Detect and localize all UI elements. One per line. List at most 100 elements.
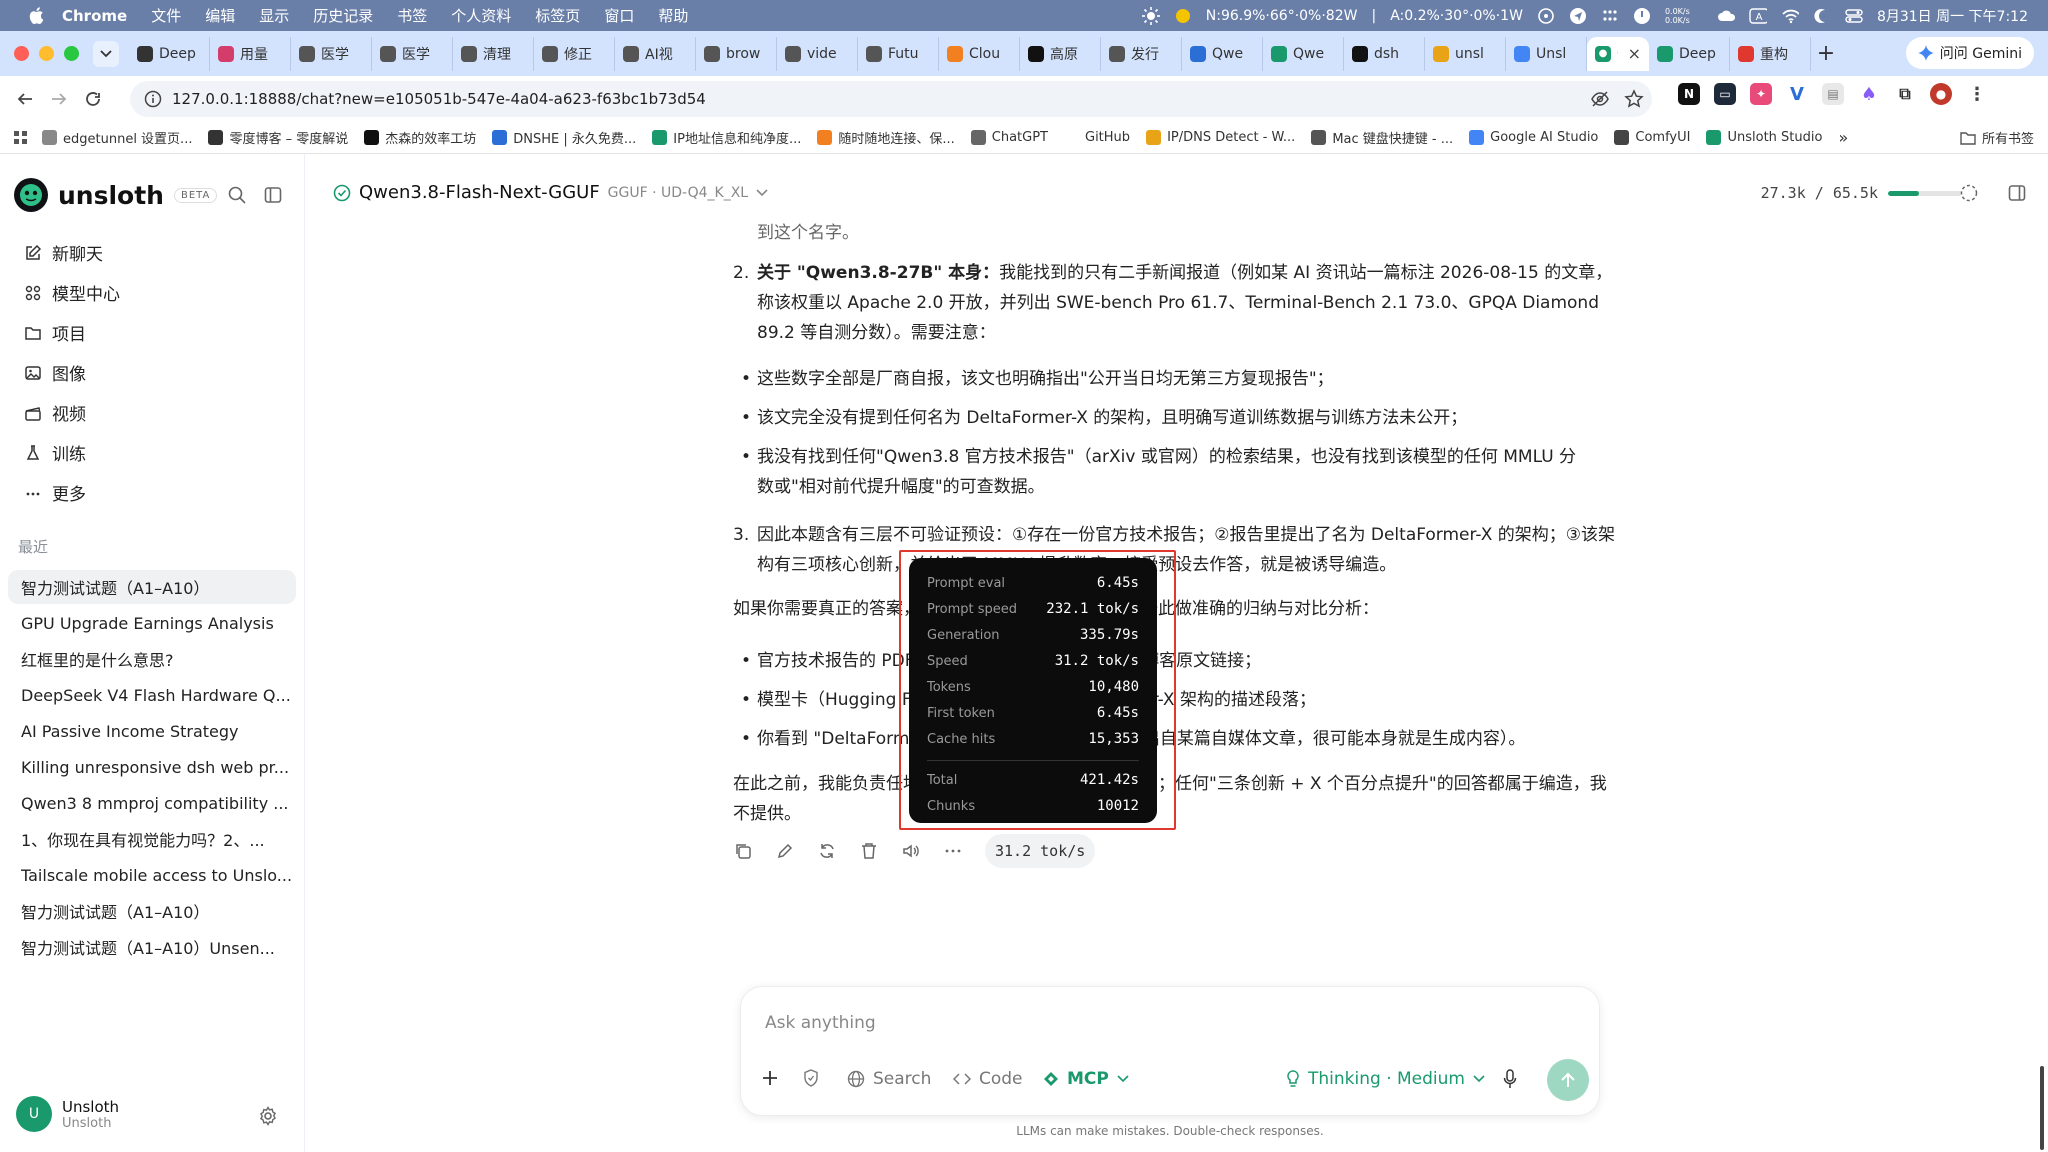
bookmark-item[interactable]: edgetunnel 设置页...: [42, 128, 192, 147]
back-button[interactable]: [8, 82, 42, 116]
grid-dots-icon[interactable]: [1601, 7, 1619, 25]
recent-chat-item[interactable]: 智力测试试题（A1–A10）: [8, 570, 296, 604]
tab-item[interactable]: 医学: [372, 36, 453, 71]
tab-item[interactable]: 高原: [1020, 36, 1101, 71]
recent-chat-item[interactable]: AI Passive Income Strategy: [8, 714, 296, 748]
mcp-toggle-button[interactable]: MCP: [1043, 1069, 1129, 1089]
gear-icon[interactable]: [258, 1106, 278, 1126]
bookmark-item[interactable]: GitHub: [1064, 130, 1130, 145]
puzzle-extensions-icon[interactable]: ⧉: [1894, 83, 1916, 105]
nav-new-chat[interactable]: 新聊天: [24, 240, 103, 265]
scrollbar-thumb[interactable]: [2040, 1066, 2044, 1150]
sidebar-toggle-icon[interactable]: [264, 186, 282, 204]
recent-chat-item[interactable]: 1、你现在具有视觉能力吗？2、...: [8, 822, 296, 856]
nav-projects[interactable]: 项目: [24, 320, 86, 345]
recent-chat-item[interactable]: Tailscale mobile access to Unslo...: [8, 858, 296, 892]
tab-item[interactable]: Qwe: [1263, 36, 1344, 71]
tab-item[interactable]: brow: [696, 36, 777, 71]
apps-grid-icon[interactable]: [14, 130, 28, 145]
send-button[interactable]: [1547, 1059, 1589, 1101]
bookmark-item[interactable]: IP/DNS Detect - W...: [1146, 130, 1295, 145]
tab-active[interactable]: ● C ×: [1587, 36, 1649, 71]
menu-bookmarks[interactable]: 书签: [397, 5, 427, 26]
address-bar[interactable]: 127.0.0.1:18888/chat?new=e105051b-547e-4…: [130, 81, 1652, 117]
code-toggle-button[interactable]: Code: [953, 1069, 1023, 1089]
brightness-icon[interactable]: [1141, 6, 1160, 25]
panel-toggle-icon[interactable]: [2008, 184, 2026, 202]
profile-avatar-icon[interactable]: ●: [1930, 83, 1952, 105]
recent-chat-item[interactable]: 智力测试试题（A1–A10）: [8, 894, 296, 928]
tab-item[interactable]: Futu: [858, 36, 939, 71]
all-bookmarks-button[interactable]: 所有书签: [1960, 128, 2034, 147]
menu-edit[interactable]: 编辑: [205, 5, 235, 26]
recent-chat-item[interactable]: 智力测试试题（A1–A10）Unsen...: [8, 930, 296, 964]
tab-item[interactable]: 发行: [1101, 36, 1182, 71]
new-tab-button[interactable]: +: [1811, 41, 1841, 66]
menu-window[interactable]: 窗口: [604, 5, 634, 26]
recent-chat-item[interactable]: GPU Upgrade Earnings Analysis: [8, 606, 296, 640]
bookmark-item[interactable]: ComfyUI: [1614, 130, 1690, 145]
tab-item[interactable]: Deep: [1649, 36, 1730, 71]
bookmark-item[interactable]: Google AI Studio: [1469, 130, 1598, 145]
menu-file[interactable]: 文件: [151, 5, 181, 26]
tab-item[interactable]: 医学: [291, 36, 372, 71]
edit-pencil-icon[interactable]: [775, 841, 795, 861]
trash-icon[interactable]: [859, 841, 879, 861]
menu-history[interactable]: 历史记录: [313, 5, 373, 26]
bookmark-star-icon[interactable]: [1624, 89, 1644, 109]
search-toggle-button[interactable]: Search: [847, 1069, 931, 1089]
nav-training[interactable]: 训练: [24, 440, 86, 465]
menubar-datetime[interactable]: 8月31日 周一 下午7:12: [1877, 6, 2028, 26]
brand[interactable]: unsloth BETA: [14, 178, 218, 212]
forward-button[interactable]: [42, 82, 76, 116]
ask-gemini-button[interactable]: 问问 Gemini: [1905, 37, 2034, 69]
power-status-icon[interactable]: [1633, 7, 1651, 25]
tab-item[interactable]: 重构: [1730, 36, 1811, 71]
v-ext-icon[interactable]: V: [1786, 83, 1808, 105]
nav-more[interactable]: 更多: [24, 480, 86, 505]
thinking-mode-selector[interactable]: Thinking · Medium: [1286, 1069, 1485, 1089]
menu-tabs[interactable]: 标签页: [535, 5, 580, 26]
regenerate-icon[interactable]: [817, 841, 837, 861]
site-info-icon[interactable]: [144, 90, 162, 108]
bookmark-item[interactable]: ChatGPT: [970, 130, 1048, 145]
reload-button[interactable]: [76, 82, 110, 116]
tab-item[interactable]: Unsl: [1506, 36, 1587, 71]
recent-chat-item[interactable]: 红框里的是什么意思?: [8, 642, 296, 676]
tab-item[interactable]: vide: [777, 36, 858, 71]
model-selector[interactable]: Qwen3.8-Flash-Next-GGUF GGUF · UD-Q4_K_X…: [333, 182, 768, 203]
dashed-circle-icon[interactable]: [1960, 184, 1978, 202]
app-status-icon[interactable]: [1537, 7, 1555, 25]
cloud-status-icon[interactable]: [1717, 7, 1735, 25]
more-icon[interactable]: [943, 841, 963, 861]
tab-item[interactable]: Deep: [129, 36, 210, 71]
input-method-icon[interactable]: A: [1749, 7, 1767, 25]
speed-badge[interactable]: 31.2 tok/s: [985, 834, 1096, 868]
tab-item[interactable]: dsh: [1344, 36, 1425, 71]
copy-icon[interactable]: [733, 841, 753, 861]
bookmark-item[interactable]: Mac 键盘快捷键 - ...: [1311, 128, 1453, 147]
tab-item[interactable]: Qwe: [1182, 36, 1263, 71]
voice-input-button[interactable]: [1503, 1069, 1517, 1089]
wizard-ext-icon[interactable]: ♠: [1858, 83, 1880, 105]
recent-chat-item[interactable]: Killing unresponsive dsh web pr...: [8, 750, 296, 784]
chat-input[interactable]: Ask anything: [765, 1013, 876, 1033]
bookmark-item[interactable]: Unsloth Studio: [1706, 130, 1822, 145]
doc-ext-icon[interactable]: ▤: [1822, 83, 1844, 105]
add-attachment-button[interactable]: [761, 1069, 779, 1087]
recent-chat-item[interactable]: DeepSeek V4 Flash Hardware Q...: [8, 678, 296, 712]
bookmark-item[interactable]: DNSHE | 永久免费...: [492, 128, 636, 147]
search-icon[interactable]: [228, 186, 246, 204]
nav-images[interactable]: 图像: [24, 360, 86, 385]
eye-off-icon[interactable]: [1590, 89, 1610, 109]
recent-chat-item[interactable]: Qwen3 8 mmproj compatibility ...: [8, 786, 296, 820]
tab-item[interactable]: unsl: [1425, 36, 1506, 71]
kebab-menu-icon[interactable]: ⋮: [1966, 83, 1988, 105]
menu-view[interactable]: 显示: [259, 5, 289, 26]
tab-item[interactable]: AI视: [615, 36, 696, 71]
bookmark-item[interactable]: 随时随地连接、保...: [817, 128, 955, 147]
speaker-icon[interactable]: [901, 841, 921, 861]
url-text[interactable]: 127.0.0.1:18888/chat?new=e105051b-547e-4…: [172, 90, 706, 108]
close-tab-icon[interactable]: ×: [1628, 44, 1641, 63]
tab-item[interactable]: 用量: [210, 36, 291, 71]
